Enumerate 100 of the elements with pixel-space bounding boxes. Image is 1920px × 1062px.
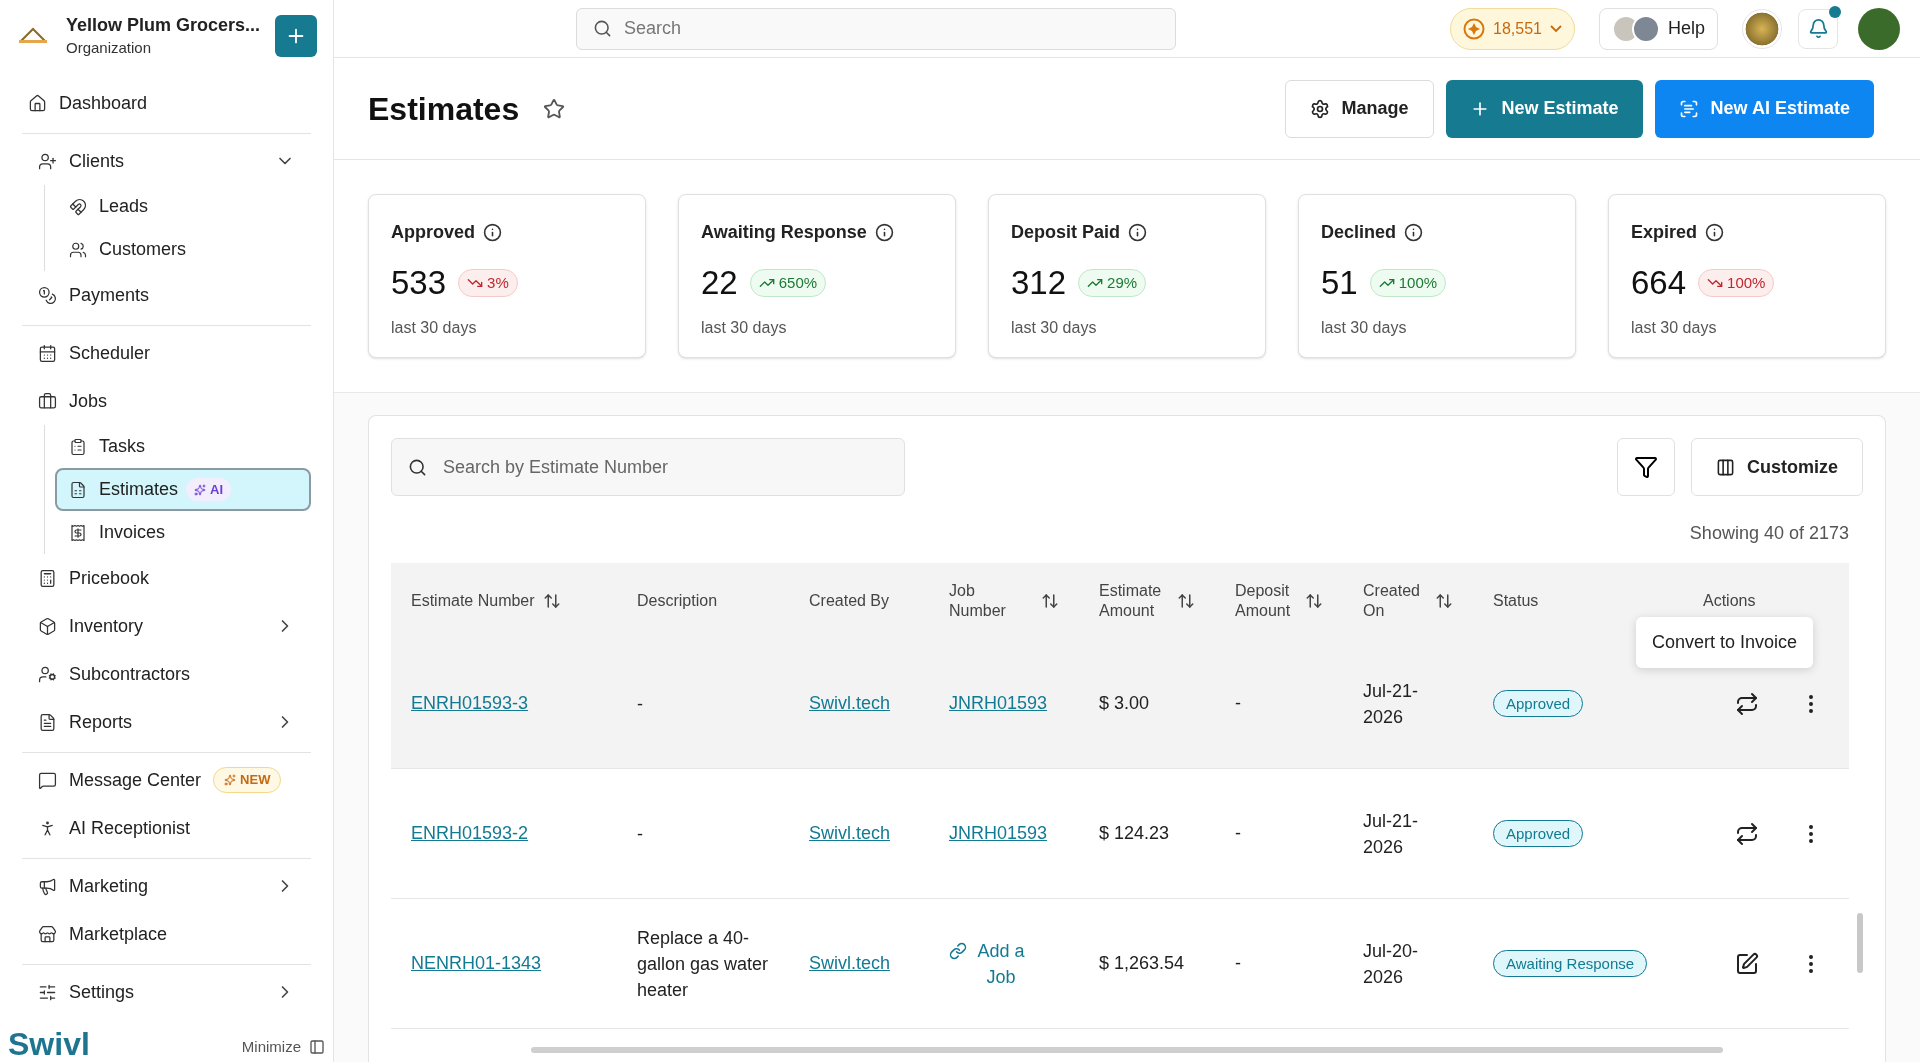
add-job-link[interactable]: Add a Job — [949, 937, 1059, 990]
sidebar-item[interactable]: Settings — [22, 968, 311, 1016]
sort-icon[interactable] — [1041, 592, 1059, 610]
estimate-link[interactable]: ENRH01593-2 — [411, 823, 529, 843]
sidebar-item[interactable]: Pricebook — [22, 554, 311, 602]
sidebar-item[interactable]: Payments — [22, 271, 311, 319]
deposit-cell: - — [1235, 693, 1241, 713]
creator-link[interactable]: Swivl.tech — [809, 953, 891, 973]
header-button[interactable]: Manage — [1284, 79, 1434, 138]
sidebar-item[interactable]: Leads — [55, 185, 311, 228]
sort-icon[interactable] — [1177, 592, 1195, 610]
sort-icon[interactable] — [1305, 592, 1323, 610]
search-input[interactable]: Search by Estimate Number — [443, 453, 888, 481]
stat-value: 22 — [701, 263, 738, 303]
filter-icon — [1634, 455, 1658, 479]
stat-label: Deposit Paid — [1011, 221, 1121, 244]
nav-icon — [69, 197, 87, 216]
customize-button[interactable]: Customize — [1691, 438, 1863, 496]
nav-icon — [38, 770, 57, 790]
columns-icon — [1716, 457, 1735, 477]
notifications-button[interactable] — [1798, 8, 1838, 49]
column-header: Created By — [809, 591, 890, 611]
nav-icon — [38, 285, 57, 305]
stat-label: Approved — [391, 221, 475, 244]
stat-period: last 30 days — [391, 317, 478, 338]
stat-value: 51 — [1321, 263, 1358, 303]
creator-link[interactable]: Swivl.tech — [809, 693, 891, 713]
result-count: Showing 40 of 2173 — [1689, 522, 1849, 545]
nav-icon — [38, 616, 57, 636]
page-title: Estimates — [368, 89, 520, 129]
estimate-link[interactable]: ENRH01593-3 — [411, 693, 529, 713]
nav-icon — [38, 712, 57, 732]
sort-icon[interactable] — [542, 592, 561, 610]
sidebar-item[interactable]: Subcontractors — [22, 650, 311, 698]
org-name: Yellow Plum Grocers... — [66, 13, 261, 37]
add-button[interactable] — [275, 15, 317, 57]
header-button[interactable]: New Estimate — [1445, 79, 1643, 138]
amount-cell: $ 124.23 — [1099, 823, 1170, 843]
sort-icon[interactable] — [1435, 592, 1453, 610]
estimate-search-field[interactable]: Search by Estimate Number — [391, 438, 905, 496]
repeat-icon[interactable] — [1735, 821, 1759, 846]
sidebar-item[interactable]: Marketing — [22, 862, 311, 910]
nav-icon — [38, 876, 57, 896]
gear-icon — [1309, 98, 1330, 119]
minimize-button[interactable]: Minimize — [241, 1035, 325, 1058]
user-avatar[interactable] — [1858, 7, 1900, 50]
search-input[interactable]: Search — [624, 15, 1159, 42]
sidebar-item[interactable]: Tasks — [55, 425, 311, 468]
coin-icon — [1463, 17, 1486, 40]
stat-label: Declined — [1321, 221, 1397, 244]
chevron-icon — [1549, 25, 1562, 32]
column-header: Estimate Amount — [1099, 581, 1163, 621]
scan-icon — [1678, 98, 1699, 119]
edit-icon[interactable] — [1735, 951, 1759, 976]
trend-badge: 100% — [1369, 268, 1447, 297]
nav-icon — [69, 240, 87, 259]
trend-badge: 3% — [458, 268, 518, 297]
sidebar-item[interactable]: Clients — [22, 137, 311, 185]
search-icon — [408, 457, 427, 477]
stat-period: last 30 days — [701, 317, 788, 338]
nav-icon — [38, 343, 57, 363]
sidebar-item[interactable]: Scheduler — [22, 329, 311, 377]
job-link[interactable]: JNRH01593 — [949, 693, 1048, 713]
filter-button[interactable] — [1617, 438, 1675, 496]
trend-badge: 650% — [749, 268, 827, 297]
help-button[interactable]: Help — [1598, 7, 1718, 50]
sidebar-item[interactable]: Inventory — [22, 602, 311, 650]
sidebar-item[interactable]: Invoices — [55, 511, 311, 554]
info-icon — [1404, 223, 1424, 242]
sidebar-item[interactable]: Jobs — [22, 377, 311, 425]
status-badge: Awaiting Response — [1493, 950, 1648, 977]
search-field[interactable]: Search — [576, 7, 1176, 50]
nav-icon — [69, 523, 87, 542]
amount-cell: $ 3.00 — [1099, 693, 1150, 713]
sidebar-item[interactable]: AI Receptionist — [22, 804, 311, 852]
nav-icon — [38, 982, 57, 1002]
date-cell-text: Jul-21-2026 — [1363, 679, 1420, 729]
header-button[interactable]: New AI Estimate — [1654, 79, 1874, 138]
status-badge: Approved — [1493, 820, 1584, 847]
job-link[interactable]: JNRH01593 — [949, 823, 1048, 843]
info-icon — [1705, 223, 1725, 242]
star-icon[interactable] — [543, 97, 566, 120]
nav-icon — [38, 664, 57, 684]
creator-link[interactable]: Swivl.tech — [809, 823, 891, 843]
column-header: Deposit Amount — [1235, 581, 1292, 621]
repeat-icon[interactable] — [1735, 691, 1759, 716]
sidebar-item[interactable]: Estimates AI — [55, 468, 311, 511]
coins-button[interactable]: 18,551 — [1450, 7, 1575, 50]
sidebar-item[interactable]: Message Center NEW — [22, 756, 311, 804]
deposit-cell: - — [1235, 823, 1241, 843]
link-icon — [949, 941, 967, 960]
date-cell-text: Jul-21-2026 — [1363, 809, 1420, 859]
sidebar-item[interactable]: Dashboard — [12, 79, 321, 127]
sidebar-item[interactable]: Reports — [22, 698, 311, 746]
description-cell-text: Replace a 40-gallon gas water heater — [637, 926, 769, 1002]
stat-period: last 30 days — [1631, 317, 1718, 338]
estimate-link[interactable]: NENRH01-1343 — [411, 953, 542, 973]
nav-icon — [38, 568, 57, 588]
sidebar-item[interactable]: Marketplace — [22, 910, 311, 958]
sidebar-item[interactable]: Customers — [55, 228, 311, 271]
